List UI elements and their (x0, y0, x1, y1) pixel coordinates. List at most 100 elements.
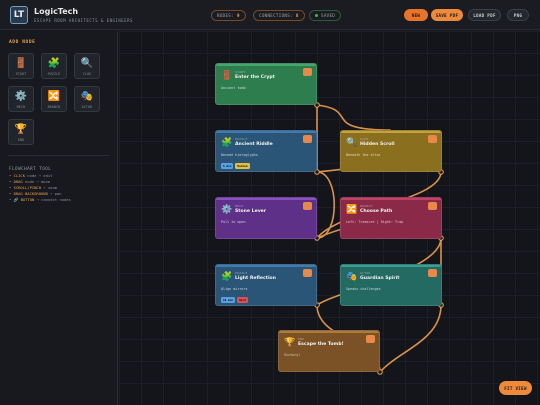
shuffle-icon: 🔀 (346, 205, 358, 215)
magnifier-icon: 🔍 (346, 138, 358, 148)
help-title: FLOWCHART TOOL (9, 166, 52, 171)
node-type: ACTOR (360, 271, 371, 275)
saved-dot-icon (315, 14, 318, 17)
node-accent-bar (216, 131, 316, 133)
gear-icon: ⚙️ (14, 91, 28, 102)
node-type: BRANCH (360, 204, 373, 208)
node-accent-bar (341, 265, 441, 267)
node-type: MECH (235, 204, 244, 208)
saved-indicator: SAVED (309, 10, 342, 21)
help-line: • CLICK node → edit (9, 173, 53, 178)
node-title: Light Reflection (235, 276, 276, 281)
add-start-node-button[interactable]: 🚪 START (8, 53, 34, 79)
add-end-node-button[interactable]: 🏆 END (8, 119, 34, 145)
gear-icon: ⚙️ (221, 205, 233, 215)
connections-stat-label: CONNECTIONS: (259, 13, 293, 18)
add-mech-node-button[interactable]: ⚙️ MECH (8, 86, 34, 112)
node-tags: 5 min Medium (221, 163, 250, 169)
tool-label: END (17, 138, 25, 142)
nodes-count: 9 (236, 13, 240, 18)
node-ancient-riddle[interactable]: 🧩 PUZZLE Ancient Riddle Decode hieroglyp… (215, 130, 317, 172)
door-icon: 🚪 (221, 71, 233, 81)
node-link-button[interactable] (428, 269, 437, 277)
trophy-icon: 🏆 (284, 338, 296, 348)
node-title: Guardian Spirit (360, 276, 400, 281)
help-line: • 🔗 BUTTON → connect nodes (9, 197, 71, 202)
sidebar-divider (8, 155, 110, 156)
node-type: PUZZLE (235, 271, 248, 275)
logo: LT (10, 6, 28, 24)
node-title: Escape the Tomb! (298, 342, 344, 347)
node-choose-path[interactable]: 🔀 BRANCH Choose Path Left: Treasure | Ri… (340, 197, 442, 239)
masks-icon: 🎭 (346, 272, 358, 282)
saved-label: SAVED (321, 13, 336, 18)
node-type: CLUE (360, 137, 369, 141)
node-accent-bar (216, 265, 316, 267)
add-puzzle-node-button[interactable]: 🧩 PUZZLE (41, 53, 67, 79)
node-accent-bar (216, 198, 316, 200)
add-branch-node-button[interactable]: 🔀 BRANCH (41, 86, 67, 112)
connections-stat: CONNECTIONS: 8 (253, 10, 305, 21)
difficulty-tag: Hard (237, 297, 248, 303)
node-title: Choose Path (360, 209, 393, 214)
node-accent-bar (341, 131, 441, 133)
node-type: START (235, 70, 246, 74)
node-description: Left: Treasure | Right: Trap (346, 220, 404, 224)
node-escape-the-tomb[interactable]: 🏆 END Escape the Tomb! Victory! (278, 330, 380, 372)
node-accent-bar (341, 198, 441, 200)
difficulty-tag: Medium (235, 163, 250, 169)
node-stone-lever[interactable]: ⚙️ MECH Stone Lever Pull to open (215, 197, 317, 239)
node-link-button[interactable] (428, 202, 437, 210)
app-root: LT LogicTech ESCAPE ROOM ARCHITECTS & EN… (0, 0, 540, 405)
tool-label: ACTOR (81, 105, 93, 109)
node-type: END (298, 337, 305, 341)
node-enter-the-crypt[interactable]: 🚪 START Enter the Crypt Ancient tomb (215, 63, 317, 105)
node-title: Enter the Crypt (235, 75, 275, 80)
puzzle-icon: 🧩 (47, 58, 61, 69)
tool-label: START (15, 72, 27, 76)
time-tag: 5 min (221, 163, 234, 169)
trophy-icon: 🏆 (14, 124, 28, 135)
node-link-button[interactable] (303, 269, 312, 277)
node-description: Decode hieroglyphs (221, 153, 258, 157)
node-light-reflection[interactable]: 🧩 PUZZLE Light Reflection Align mirrors … (215, 264, 317, 306)
door-icon: 🚪 (14, 58, 28, 69)
help-line: • DRAG BACKGROUND → pan (9, 191, 62, 196)
node-link-button[interactable] (366, 335, 375, 343)
load-pdf-button[interactable]: LOAD PDF (468, 9, 501, 21)
shuffle-icon: 🔀 (47, 91, 61, 102)
node-guardian-spirit[interactable]: 🎭 ACTOR Guardian Spirit Speaks challenge… (340, 264, 442, 306)
node-description: Victory! (284, 353, 301, 357)
puzzle-icon: 🧩 (221, 138, 233, 148)
time-tag: 10 min (221, 297, 236, 303)
node-link-button[interactable] (303, 135, 312, 143)
tool-label: MECH (16, 105, 26, 109)
add-actor-node-button[interactable]: 🎭 ACTOR (74, 86, 100, 112)
node-hidden-scroll[interactable]: 🔍 CLUE Hidden Scroll Beneath the altar (340, 130, 442, 172)
node-description: Beneath the altar (346, 153, 381, 157)
app-subtitle: ESCAPE ROOM ARCHITECTS & ENGINEERS (34, 18, 133, 23)
save-pdf-button[interactable]: SAVE PDF (431, 9, 463, 21)
connections-count: 8 (295, 13, 299, 18)
node-description: Pull to open (221, 220, 246, 224)
node-link-button[interactable] (303, 68, 312, 76)
nodes-stat-label: NODES: (217, 13, 234, 18)
node-link-button[interactable] (303, 202, 312, 210)
png-button[interactable]: PNG (507, 9, 529, 21)
node-title: Hidden Scroll (360, 142, 395, 147)
tool-label: PUZZLE (47, 72, 61, 76)
new-button[interactable]: NEW (404, 9, 428, 21)
node-description: Ancient tomb (221, 86, 246, 90)
fit-view-button[interactable]: FIT VIEW (499, 381, 532, 395)
app-title: LogicTech (34, 7, 79, 16)
node-tags: 10 min Hard (221, 297, 248, 303)
help-line: • SCROLL/PINCH → zoom (9, 185, 58, 190)
node-accent-bar (279, 331, 379, 333)
puzzle-icon: 🧩 (221, 272, 233, 282)
add-node-title: ADD NODE (9, 40, 36, 45)
node-link-button[interactable] (428, 135, 437, 143)
node-title: Stone Lever (235, 209, 267, 214)
sidebar: ADD NODE 🚪 START 🧩 PUZZLE 🔍 CLUE ⚙️ MECH… (0, 31, 118, 405)
nodes-stat: NODES: 9 (211, 10, 246, 21)
add-clue-node-button[interactable]: 🔍 CLUE (74, 53, 100, 79)
